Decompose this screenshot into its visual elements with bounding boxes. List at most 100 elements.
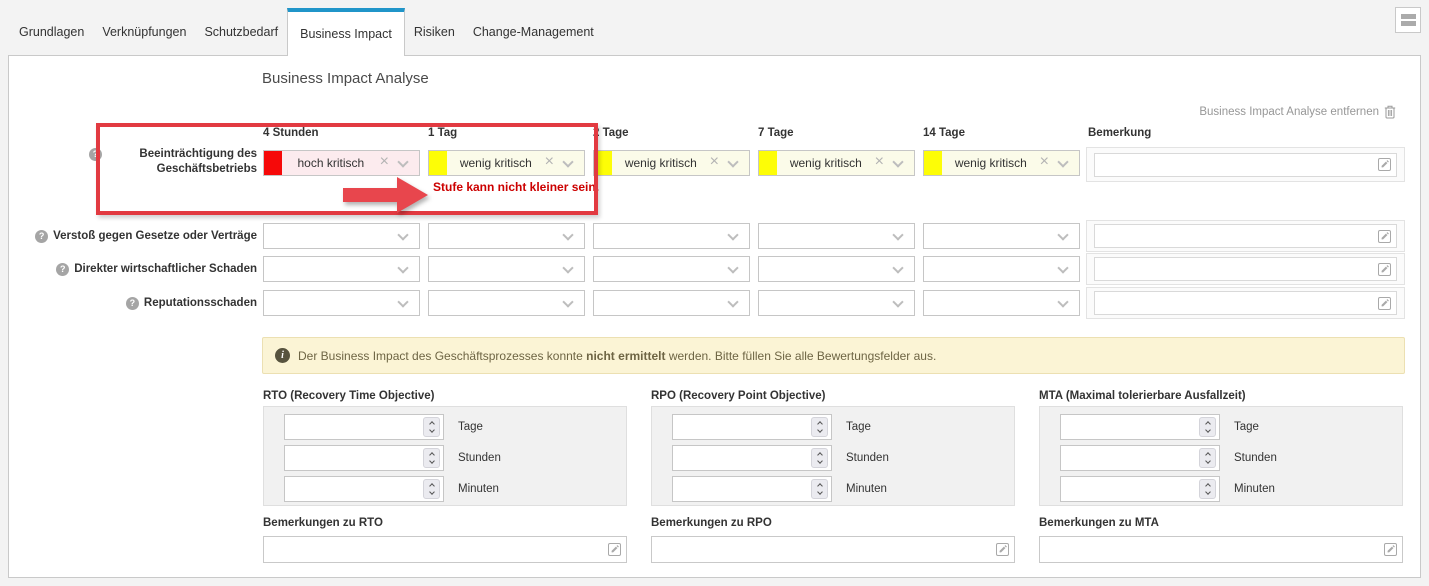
- trash-icon[interactable]: [1384, 105, 1396, 119]
- mta-remark-field[interactable]: [1040, 537, 1383, 562]
- rpo-stunden-field[interactable]: [673, 446, 811, 470]
- edit-icon[interactable]: [1377, 296, 1392, 311]
- clear-icon[interactable]: ×: [1040, 154, 1049, 170]
- bemerkung-input[interactable]: [1095, 258, 1377, 280]
- reputation-select-14-tage[interactable]: [923, 290, 1080, 316]
- schaden-select-4-stunden[interactable]: [263, 256, 420, 282]
- chevron-down-icon[interactable]: [562, 229, 573, 240]
- impact-select-1-tag[interactable]: wenig kritisch ×: [428, 150, 585, 176]
- chevron-down-icon[interactable]: [562, 296, 573, 307]
- bemerkung-input[interactable]: [1095, 292, 1377, 314]
- chevron-down-icon[interactable]: [727, 296, 738, 307]
- verstoss-select-2-tage[interactable]: [593, 223, 750, 249]
- rto-tage-input[interactable]: [284, 414, 444, 440]
- verstoss-select-14-tage[interactable]: [923, 223, 1080, 249]
- rpo-minuten-input[interactable]: [672, 476, 832, 502]
- rto-stunden-field[interactable]: [285, 446, 423, 470]
- rpo-remark-input[interactable]: [651, 536, 1015, 563]
- tab-grundlagen[interactable]: Grundlagen: [10, 8, 93, 55]
- tab-risiken[interactable]: Risiken: [405, 8, 464, 55]
- schaden-select-1-tag[interactable]: [428, 256, 585, 282]
- mta-remark-input[interactable]: [1039, 536, 1403, 563]
- spinner-buttons[interactable]: [423, 448, 440, 468]
- clear-icon[interactable]: ×: [875, 154, 884, 170]
- chevron-down-icon[interactable]: [562, 262, 573, 273]
- impact-select-4-stunden[interactable]: hoch kritisch ×: [263, 150, 420, 176]
- spinner-buttons[interactable]: [423, 479, 440, 499]
- chevron-down-icon[interactable]: [397, 296, 408, 307]
- spinner-buttons[interactable]: [811, 448, 828, 468]
- reputation-select-7-tage[interactable]: [758, 290, 915, 316]
- chevron-down-icon[interactable]: [1057, 262, 1068, 273]
- spinner-buttons[interactable]: [1199, 448, 1216, 468]
- chevron-down-icon[interactable]: [892, 262, 903, 273]
- verstoss-select-1-tag[interactable]: [428, 223, 585, 249]
- impact-select-2-tage[interactable]: wenig kritisch ×: [593, 150, 750, 176]
- spinner-buttons[interactable]: [1199, 479, 1216, 499]
- chevron-down-icon[interactable]: [892, 296, 903, 307]
- schaden-select-7-tage[interactable]: [758, 256, 915, 282]
- chevron-down-icon[interactable]: [1057, 229, 1068, 240]
- spinner-buttons[interactable]: [811, 479, 828, 499]
- chevron-down-icon[interactable]: [397, 262, 408, 273]
- clear-icon[interactable]: ×: [710, 154, 719, 170]
- layout-toggle-button[interactable]: [1395, 7, 1421, 33]
- edit-icon[interactable]: [1377, 229, 1392, 244]
- rpo-minuten-field[interactable]: [673, 477, 811, 501]
- help-icon[interactable]: ?: [126, 297, 139, 310]
- spinner-buttons[interactable]: [1199, 417, 1216, 437]
- help-icon[interactable]: ?: [89, 148, 102, 161]
- chevron-down-icon[interactable]: [892, 156, 903, 167]
- rto-stunden-input[interactable]: [284, 445, 444, 471]
- rto-remark-input[interactable]: [263, 536, 627, 563]
- schaden-select-14-tage[interactable]: [923, 256, 1080, 282]
- rto-remark-field[interactable]: [264, 537, 607, 562]
- remove-bia-button[interactable]: Business Impact Analyse entfernen: [1199, 105, 1396, 119]
- help-icon[interactable]: ?: [56, 263, 69, 276]
- mta-tage-input[interactable]: [1060, 414, 1220, 440]
- tab-schutzbedarf[interactable]: Schutzbedarf: [195, 8, 287, 55]
- rpo-tage-field[interactable]: [673, 415, 811, 439]
- rto-tage-field[interactable]: [285, 415, 423, 439]
- help-icon[interactable]: ?: [35, 230, 48, 243]
- edit-icon[interactable]: [1377, 157, 1392, 172]
- chevron-down-icon[interactable]: [397, 156, 408, 167]
- mta-minuten-field[interactable]: [1061, 477, 1199, 501]
- rpo-tage-input[interactable]: [672, 414, 832, 440]
- chevron-down-icon[interactable]: [727, 229, 738, 240]
- edit-icon[interactable]: [607, 542, 622, 557]
- rpo-remark-field[interactable]: [652, 537, 995, 562]
- verstoss-select-4-stunden[interactable]: [263, 223, 420, 249]
- bemerkung-input[interactable]: [1095, 154, 1377, 176]
- reputation-select-2-tage[interactable]: [593, 290, 750, 316]
- chevron-down-icon[interactable]: [892, 229, 903, 240]
- impact-select-14-tage[interactable]: wenig kritisch ×: [923, 150, 1080, 176]
- schaden-select-2-tage[interactable]: [593, 256, 750, 282]
- chevron-down-icon[interactable]: [727, 156, 738, 167]
- mta-minuten-input[interactable]: [1060, 476, 1220, 502]
- bemerkung-input[interactable]: [1095, 225, 1377, 247]
- rpo-stunden-input[interactable]: [672, 445, 832, 471]
- impact-select-7-tage[interactable]: wenig kritisch ×: [758, 150, 915, 176]
- rto-minuten-field[interactable]: [285, 477, 423, 501]
- mta-tage-field[interactable]: [1061, 415, 1199, 439]
- chevron-down-icon[interactable]: [1057, 296, 1068, 307]
- chevron-down-icon[interactable]: [397, 229, 408, 240]
- edit-icon[interactable]: [1377, 262, 1392, 277]
- spinner-buttons[interactable]: [811, 417, 828, 437]
- clear-icon[interactable]: ×: [545, 154, 554, 170]
- mta-stunden-field[interactable]: [1061, 446, 1199, 470]
- edit-icon[interactable]: [995, 542, 1010, 557]
- rto-minuten-input[interactable]: [284, 476, 444, 502]
- clear-icon[interactable]: ×: [380, 154, 389, 170]
- chevron-down-icon[interactable]: [562, 156, 573, 167]
- chevron-down-icon[interactable]: [1057, 156, 1068, 167]
- tab-business-impact[interactable]: Business Impact: [287, 8, 405, 56]
- verstoss-select-7-tage[interactable]: [758, 223, 915, 249]
- tab-verknuepfungen[interactable]: Verknüpfungen: [93, 8, 195, 55]
- spinner-buttons[interactable]: [423, 417, 440, 437]
- chevron-down-icon[interactable]: [727, 262, 738, 273]
- tab-change-management[interactable]: Change-Management: [464, 8, 603, 55]
- reputation-select-1-tag[interactable]: [428, 290, 585, 316]
- edit-icon[interactable]: [1383, 542, 1398, 557]
